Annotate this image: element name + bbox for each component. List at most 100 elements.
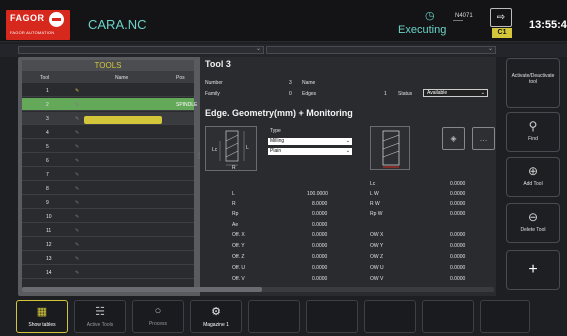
table-row[interactable]: 13 ✎ [22, 252, 194, 265]
table-row[interactable]: 7 ✎ [22, 168, 194, 181]
activate-deactivate-label: Activate/Deactivate tool [511, 73, 555, 85]
param-value[interactable]: 0.0000 [312, 211, 327, 217]
edit-pencil-icon[interactable]: ✎ [75, 256, 79, 262]
table-row[interactable]: 6 ✎ [22, 154, 194, 167]
edit-pencil-icon[interactable]: ✎ [75, 130, 79, 136]
softkey-label: Show tables [28, 322, 56, 328]
tool-preview-image [370, 126, 410, 170]
edit-pencil-icon[interactable]: ✎ [75, 144, 79, 150]
edit-pencil-icon[interactable]: ✎ [75, 116, 79, 122]
column-header-tool[interactable]: Tool [40, 75, 49, 81]
channel-badge[interactable]: C1 [492, 28, 512, 38]
table-row[interactable]: 11 ✎ [22, 224, 194, 237]
param-value[interactable]: 0.0000 [450, 232, 465, 238]
column-header-pos[interactable]: Pos [176, 75, 185, 81]
chevron-down-icon: ⌄ [480, 90, 485, 96]
edit-pencil-icon[interactable]: ✎ [75, 158, 79, 164]
param-value[interactable]: 100.0000 [307, 191, 328, 197]
softkey-empty-6[interactable] [306, 300, 358, 333]
status-select[interactable]: Available ⌄ [423, 89, 488, 97]
param-value[interactable]: 0.0000 [450, 254, 465, 260]
find-button[interactable]: ⚲ Find [506, 112, 560, 152]
param-value[interactable]: 0.0000 [450, 276, 465, 282]
edit-pencil-icon[interactable]: ✎ [75, 214, 79, 220]
param-value[interactable]: 0.0000 [450, 265, 465, 271]
delete-tool-button[interactable]: ⊖ Delete Tool [506, 203, 560, 243]
add-button[interactable]: + [506, 250, 560, 290]
param-value[interactable]: 8.0000 [312, 201, 327, 207]
family-label: Family [205, 91, 220, 97]
subtype-select-value: Plain [270, 148, 282, 154]
tool-number: 12 [46, 242, 52, 248]
chevron-down-icon: ⌄ [255, 46, 261, 52]
param-value[interactable]: 0.0000 [450, 181, 465, 187]
tool-name-input[interactable] [84, 116, 162, 124]
activate-deactivate-button[interactable]: Activate/Deactivate tool [506, 58, 560, 108]
number-value[interactable]: 3 [289, 80, 292, 86]
add-tool-button[interactable]: ⊕ Add Tool [506, 157, 560, 197]
tool-number: 9 [46, 200, 49, 206]
param-value[interactable]: 0.0000 [312, 276, 327, 282]
find-label: Find [528, 136, 538, 142]
active-tools-icon: ☵ [95, 306, 105, 318]
edit-pencil-icon[interactable]: ✎ [75, 242, 79, 248]
softkey-empty-8[interactable] [422, 300, 474, 333]
more-options-icon[interactable]: … [472, 127, 495, 150]
tools-table-header: Tool Name Pos [22, 71, 194, 83]
param-value[interactable]: 0.0000 [450, 201, 465, 207]
edit-pencil-icon[interactable]: ✎ [75, 186, 79, 192]
table-row[interactable]: 2 ✎ SPINDLE [22, 98, 197, 111]
process-icon: ○ [154, 305, 162, 317]
param-value[interactable]: 0.0000 [450, 243, 465, 249]
column-header-name[interactable]: Name [115, 75, 128, 81]
scrollbar-thumb[interactable] [22, 287, 262, 292]
param-value[interactable]: 0.0000 [312, 232, 327, 238]
channel-switch-icon[interactable]: ⇨ [490, 8, 512, 27]
param-label: OW Z [370, 254, 384, 260]
param-label: Off. Z [232, 254, 245, 260]
param-value[interactable]: 0.0000 [312, 254, 327, 260]
table-row[interactable]: 12 ✎ [22, 238, 194, 251]
param-value[interactable]: 0.0000 [312, 222, 327, 228]
table-row[interactable]: 8 ✎ [22, 182, 194, 195]
softkey-empty-7[interactable] [364, 300, 416, 333]
table-row[interactable]: 1 ✎ [22, 84, 194, 97]
subtype-select[interactable]: Plain ⌄ [268, 148, 352, 155]
chevron-down-icon: ⌄ [487, 46, 493, 52]
softkey-show-tables[interactable]: ▦ Show tables [16, 300, 68, 333]
chevron-down-icon: ⌄ [345, 138, 350, 144]
edit-pencil-icon[interactable]: ✎ [75, 228, 79, 234]
table-selector-dropdown[interactable]: ⌄ [18, 46, 264, 54]
filter-selector-dropdown[interactable]: ⌄ [266, 46, 496, 54]
table-row[interactable]: 14 ✎ [22, 266, 194, 279]
edit-pencil-icon[interactable]: ✎ [75, 200, 79, 206]
table-row[interactable]: 5 ✎ [22, 140, 194, 153]
type-select[interactable]: Milling ⌄ [268, 138, 352, 145]
edit-pencil-icon[interactable]: ✎ [75, 88, 79, 94]
edit-pencil-icon[interactable]: ✎ [75, 172, 79, 178]
param-label: L W [370, 191, 379, 197]
param-label: Off. V [232, 276, 245, 282]
param-value[interactable]: 0.0000 [312, 265, 327, 271]
tool-holder-icon[interactable]: ◈ [442, 127, 465, 150]
param-value[interactable]: 0.0000 [312, 243, 327, 249]
softkey-empty-5[interactable] [248, 300, 300, 333]
table-row[interactable]: 4 ✎ [22, 126, 194, 139]
softkey-active-tools[interactable]: ☵ Active Tools [74, 300, 126, 333]
softkey-magazine-1[interactable]: ⚙ Magazine 1 [190, 300, 242, 333]
table-row[interactable]: 9 ✎ [22, 196, 194, 209]
edit-pencil-icon[interactable]: ✎ [75, 102, 79, 108]
family-value[interactable]: 0 [289, 91, 292, 97]
tool-number: 7 [46, 172, 49, 178]
param-value[interactable]: 0.0000 [450, 211, 465, 217]
clock-icon: ◷ [425, 10, 435, 22]
softkey-process[interactable]: ○ Process [132, 300, 184, 333]
param-label: R W [370, 201, 380, 207]
param-label: Rp [232, 211, 239, 217]
table-row[interactable]: 10 ✎ [22, 210, 194, 223]
fagor-logo: FAGOR FAGOR AUTOMATION [6, 10, 70, 40]
edit-pencil-icon[interactable]: ✎ [75, 270, 79, 276]
edges-value[interactable]: 1 [384, 91, 387, 97]
param-value[interactable]: 0.0000 [450, 191, 465, 197]
softkey-empty-9[interactable] [480, 300, 530, 333]
